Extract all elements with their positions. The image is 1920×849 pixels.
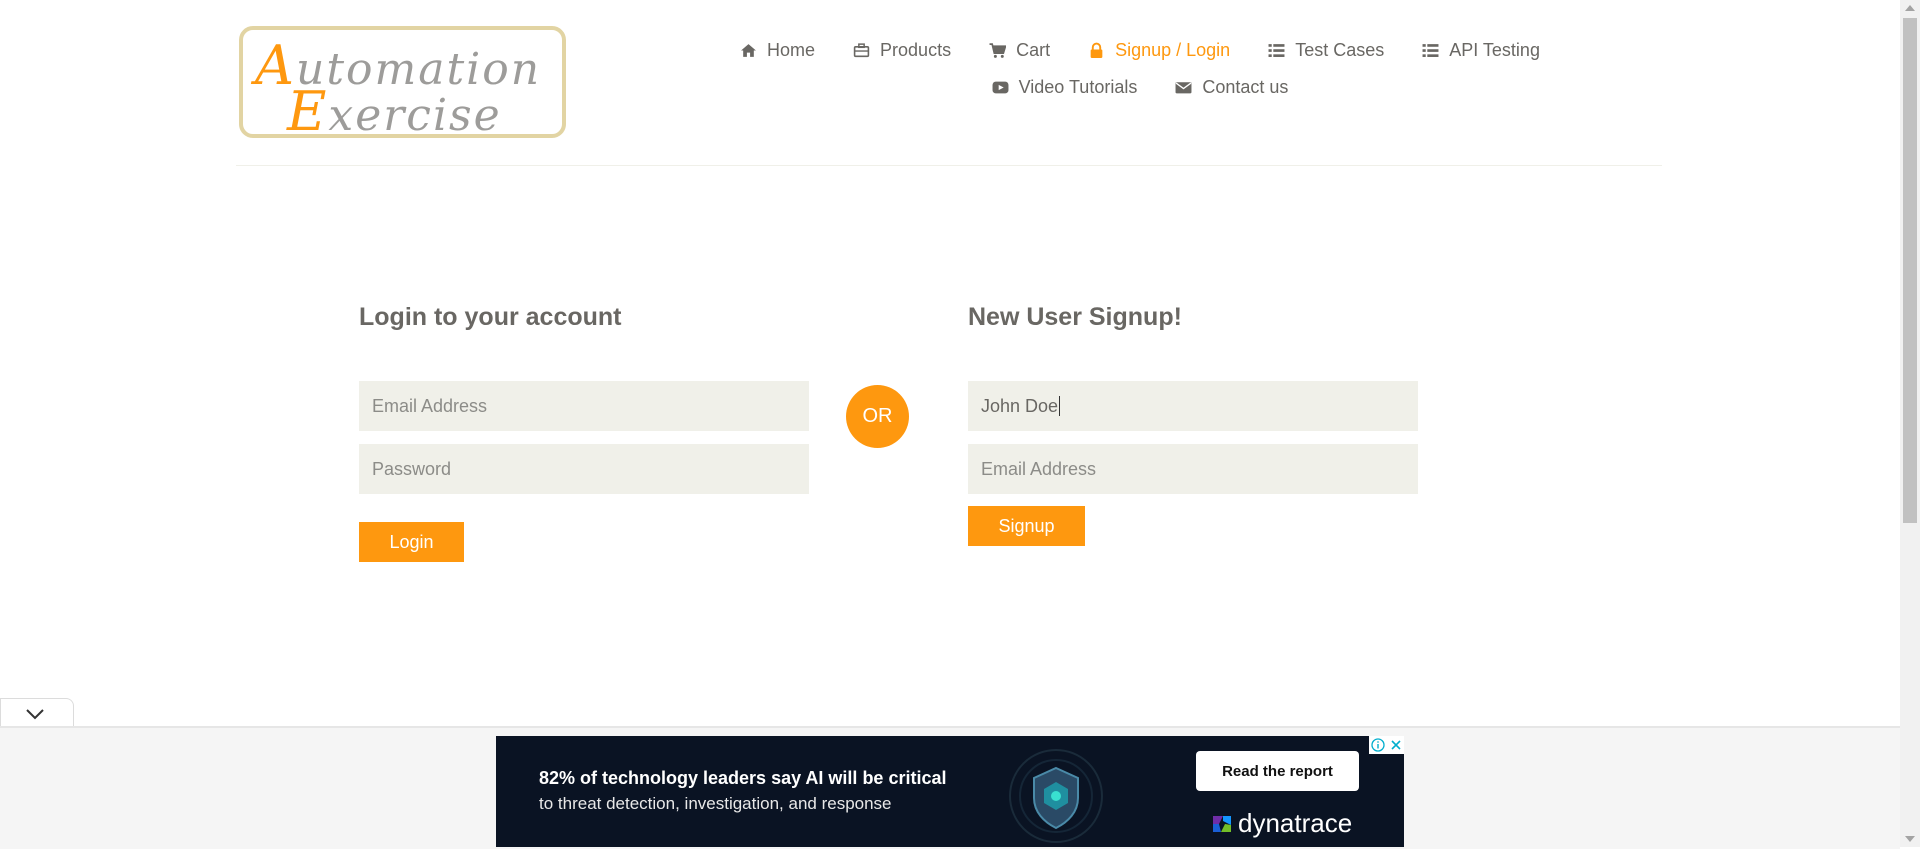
nav-contact-us-label: Contact us	[1202, 76, 1289, 97]
chevron-down-icon	[26, 709, 44, 720]
nav-home[interactable]: Home	[740, 40, 815, 61]
ad-read-report-button[interactable]: Read the report	[1196, 751, 1359, 791]
login-title: Login to your account	[359, 303, 622, 331]
nav-signup-login[interactable]: Signup / Login	[1088, 40, 1230, 61]
nav-test-cases-label: Test Cases	[1295, 39, 1385, 60]
signup-button[interactable]: Signup	[968, 506, 1085, 546]
list-icon	[1422, 43, 1439, 57]
home-icon	[741, 43, 756, 57]
login-email-input[interactable]	[359, 381, 809, 431]
nav-products-label: Products	[880, 39, 952, 60]
site-logo[interactable]: Automation Exercise	[239, 26, 566, 143]
briefcase-icon	[853, 42, 870, 57]
youtube-icon	[992, 81, 1009, 93]
signup-email-input[interactable]	[968, 444, 1418, 494]
login-button[interactable]: Login	[359, 522, 464, 562]
ad-info-icon[interactable]	[1369, 736, 1387, 754]
scrollbar-thumb[interactable]	[1903, 18, 1917, 523]
cart-icon	[989, 42, 1007, 58]
or-label: OR	[862, 405, 893, 427]
signup-name-input[interactable]: John Doe	[968, 381, 1418, 431]
login-password-input[interactable]	[359, 444, 809, 494]
ad-banner[interactable]: 82% of technology leaders say AI will be…	[496, 736, 1404, 847]
scroll-up-icon[interactable]	[1905, 5, 1915, 11]
nav-products[interactable]: Products	[853, 40, 951, 61]
dynatrace-logo-icon	[1213, 815, 1231, 832]
ad-headline: 82% of technology leaders say AI will be…	[539, 768, 947, 788]
nav-signup-login-label: Signup / Login	[1115, 39, 1231, 60]
nav-video-tutorials[interactable]: Video Tutorials	[992, 76, 1138, 98]
header-divider	[236, 165, 1662, 166]
logo-line-2: Exercise	[287, 80, 502, 143]
main-nav: Home Products Cart Signup / Login Test C…	[740, 34, 1540, 103]
nav-video-tutorials-label: Video Tutorials	[1018, 76, 1138, 97]
signup-title: New User Signup!	[968, 303, 1182, 331]
ad-brand: dynatrace	[1210, 808, 1352, 839]
or-divider: OR	[846, 385, 909, 448]
nav-row-2: Video Tutorials Contact us	[740, 71, 1540, 103]
list-icon	[1268, 43, 1285, 57]
nav-test-cases[interactable]: Test Cases	[1268, 40, 1384, 61]
ad-dock-toggle[interactable]	[0, 698, 74, 729]
nav-cart-label: Cart	[1016, 39, 1051, 60]
ad-close-icon[interactable]	[1387, 736, 1404, 754]
shield-icon	[1009, 749, 1103, 843]
signup-name-value: John Doe	[981, 395, 1059, 416]
nav-contact-us[interactable]: Contact us	[1175, 77, 1288, 98]
scroll-down-icon[interactable]	[1905, 836, 1915, 842]
nav-home-label: Home	[767, 39, 816, 60]
envelope-icon	[1175, 81, 1192, 93]
nav-row-1: Home Products Cart Signup / Login Test C…	[740, 34, 1540, 66]
ad-subline: to threat detection, investigation, and …	[539, 794, 892, 813]
text-cursor	[1059, 396, 1061, 416]
nav-api-testing-label: API Testing	[1449, 39, 1540, 60]
nav-cart[interactable]: Cart	[989, 40, 1050, 61]
vertical-scrollbar[interactable]	[1900, 0, 1920, 847]
ad-brand-name: dynatrace	[1238, 808, 1353, 838]
nav-api-testing[interactable]: API Testing	[1422, 40, 1540, 61]
lock-icon	[1090, 42, 1103, 58]
